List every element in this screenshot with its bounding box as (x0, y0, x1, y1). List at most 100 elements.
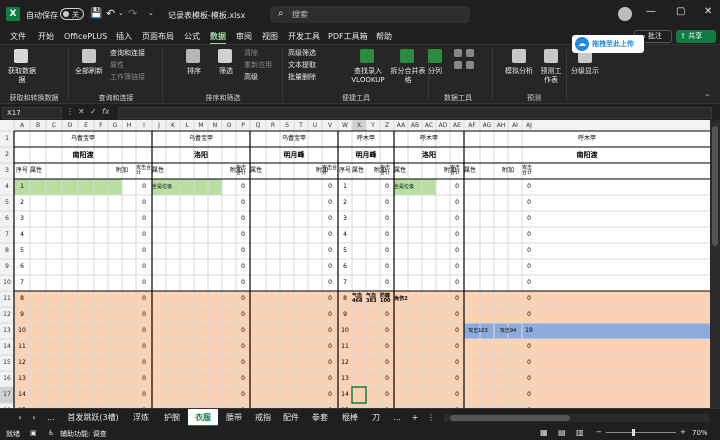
enter-formula-icon[interactable]: ✓ (90, 107, 97, 116)
worksheet-grid[interactable]: A B C D E F G H I J K L M N O P Q R S T U V W X Y Z AA AB AC AD AE AF AG… (0, 120, 710, 408)
menu-view[interactable]: 视图 (262, 30, 278, 44)
tab-6[interactable]: 配件 (278, 409, 304, 427)
outline-button[interactable]: 分级显示 (570, 67, 600, 76)
menu-officeplus[interactable]: OfficePLUS (64, 30, 107, 44)
refresh-icon (82, 49, 96, 63)
split-merge-button[interactable]: 拆分合并表格 (390, 67, 426, 85)
sheet-menu-icon[interactable]: ⋮ (426, 409, 436, 427)
name-box[interactable]: X17 (2, 107, 62, 119)
menu-data[interactable]: 数据 (210, 30, 226, 44)
page-layout-view-icon[interactable]: ▤ (558, 428, 566, 437)
flash-fill-button[interactable]: 高级筛选 (288, 49, 316, 58)
redo-icon[interactable]: ↷ (128, 7, 137, 20)
close-icon[interactable]: ✕ (704, 6, 712, 17)
vlookup-button[interactable]: 查找录入VLOOKUP (344, 67, 392, 85)
queries-connections-button[interactable]: 查询和连接 (110, 49, 145, 58)
normal-view-icon[interactable]: ▦ (540, 428, 548, 437)
row11-d: 免伤2 (394, 295, 408, 302)
avatar[interactable] (618, 7, 632, 21)
prev-sheet-icon[interactable]: ‹ (14, 409, 26, 427)
menu-developer[interactable]: 开发工具 (288, 30, 320, 44)
relationships-icon[interactable] (466, 61, 474, 69)
next-sheet-icon[interactable]: › (28, 409, 40, 427)
more-sheets-right-icon[interactable]: ... (388, 409, 406, 427)
accessibility-status[interactable]: 辅助功能: 调查 (60, 429, 107, 439)
menu-pdf-toolbox[interactable]: PDF工具箱 (328, 30, 368, 44)
header-attribute: 属性 (250, 167, 263, 174)
column-header: AC (424, 121, 434, 129)
menu-review[interactable]: 审阅 (236, 30, 252, 44)
consolidate-icon[interactable] (466, 49, 474, 57)
clear-button[interactable]: 清除 (244, 49, 258, 58)
filter-button[interactable]: 筛选 (212, 67, 240, 76)
save-icon[interactable]: 💾 (90, 8, 102, 19)
tab-9[interactable]: 刀 (366, 409, 386, 427)
menu-insert[interactable]: 插入 (116, 30, 132, 44)
cancel-formula-icon[interactable]: ✕ (78, 107, 85, 116)
more-options-icon[interactable]: ⋮ (66, 107, 74, 116)
refresh-all-button[interactable]: 全部刷新 (72, 67, 106, 76)
tab-1[interactable]: 浮炼 (126, 409, 156, 427)
advanced-button[interactable]: 高级 (244, 73, 258, 82)
menu-file[interactable]: 文件 (10, 30, 26, 44)
zoom-slider[interactable] (606, 429, 676, 436)
batch-delete-button[interactable]: 批量删除 (288, 73, 316, 82)
add-sheet-icon[interactable]: + (408, 409, 422, 427)
data-validation-icon[interactable] (454, 49, 462, 57)
hscroll-thumb[interactable] (450, 415, 570, 421)
header-attribute: 属性 (464, 167, 477, 174)
seq-number: 14 (341, 391, 349, 398)
page-break-view-icon[interactable]: ▥ (576, 428, 584, 437)
zoom-level[interactable]: 70% (692, 429, 708, 437)
undo-dropdown-icon[interactable]: ⌄ (118, 9, 124, 17)
tab-5[interactable]: 戒指 (250, 409, 276, 427)
horizontal-scrollbar[interactable] (444, 414, 710, 422)
remove-duplicates-icon[interactable] (454, 61, 462, 69)
get-data-button[interactable]: 获取数据 (6, 67, 38, 76)
attack-total: 0 (527, 311, 531, 318)
tab-4[interactable]: 腰带 (220, 409, 248, 427)
edit-links-button[interactable]: 工作簿链接 (110, 73, 145, 82)
macro-record-icon[interactable]: ▣ (30, 429, 37, 437)
search-box[interactable]: ⌕ 搜索 (270, 6, 470, 23)
customize-toolbar-icon[interactable]: ⌄ (148, 9, 154, 17)
menu-page-layout[interactable]: 页面布局 (142, 30, 174, 44)
maximize-icon[interactable]: ▢ (676, 6, 685, 17)
minimize-icon[interactable]: — (646, 6, 656, 17)
scrollbar-thumb[interactable] (712, 126, 718, 246)
column-header: Y (371, 121, 375, 129)
insert-function-icon[interactable]: fx (102, 107, 110, 116)
attack-total: 0 (527, 343, 531, 350)
tab-8[interactable]: 棍棒 (336, 409, 364, 427)
undo-icon[interactable]: ↶ (106, 7, 115, 20)
properties-button[interactable]: 属性 (110, 61, 124, 70)
column-header: K (171, 121, 175, 129)
whatif-button[interactable]: 模拟分析 (500, 67, 538, 76)
formula-input[interactable] (118, 107, 712, 119)
text-to-columns-button[interactable]: 分列 (422, 67, 448, 76)
forecast-sheet-button[interactable]: 预测工作表 (538, 67, 564, 85)
autosave-toggle[interactable]: 关 (60, 8, 84, 20)
menu-formulas[interactable]: 公式 (184, 30, 200, 44)
vertical-scrollbar[interactable] (710, 120, 720, 408)
zoom-in-icon[interactable]: + (680, 428, 686, 436)
search-input[interactable]: 搜索 (292, 9, 308, 20)
collapse-ribbon-icon[interactable]: ⌃ (704, 93, 711, 102)
text-extract-button[interactable]: 文本提取 (288, 61, 316, 70)
menu-help[interactable]: 帮助 (376, 30, 392, 44)
attack-total: 0 (455, 343, 459, 350)
more-sheets-left-icon[interactable]: ... (42, 409, 60, 427)
file-name[interactable]: 记录表模板-模板.xlsx (168, 10, 245, 21)
tab-7[interactable]: 拳套 (306, 409, 334, 427)
tab-0[interactable]: 首发跳跃(3槽) (62, 409, 124, 427)
zoom-slider-thumb[interactable] (632, 429, 635, 436)
excel-logo-icon: X (6, 7, 20, 21)
sort-button[interactable]: 排序 (180, 67, 208, 76)
menu-home[interactable]: 开始 (38, 30, 54, 44)
reapply-button[interactable]: 重新应用 (244, 61, 272, 70)
drag-upload-panel[interactable]: ☁ 拖拽至此上传 (572, 35, 644, 53)
tab-3[interactable]: 衣服 (188, 409, 218, 427)
zoom-out-icon[interactable]: − (596, 428, 602, 436)
share-button[interactable]: ⇪ 共享 (676, 30, 716, 43)
tab-2[interactable]: 护腕 (158, 409, 186, 427)
